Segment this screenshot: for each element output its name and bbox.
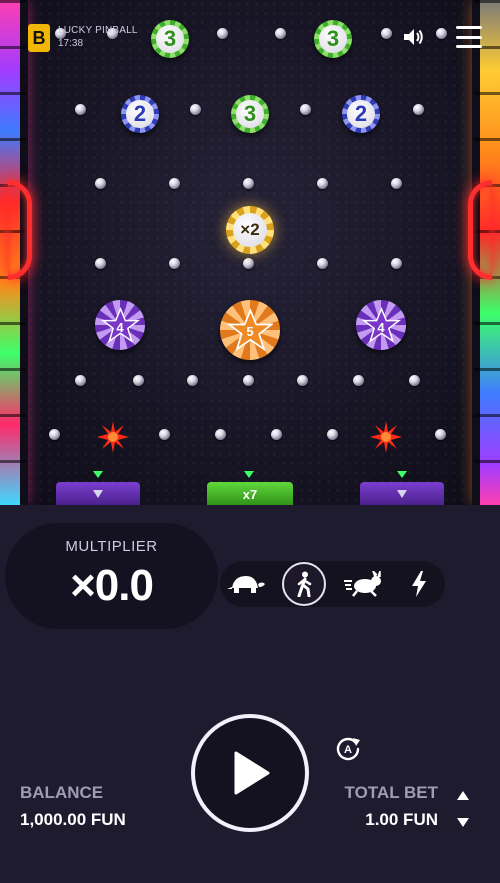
arrow-down-icon: [457, 817, 469, 827]
peg: [327, 429, 338, 440]
chip-value: ×2: [232, 212, 268, 248]
total-bet-value: 1.00 FUN: [365, 810, 438, 829]
slot-indicator-icon: [93, 471, 103, 478]
bumper-chip: 2: [121, 95, 159, 133]
peg: [133, 375, 144, 386]
speed-turbo-button[interactable]: [396, 564, 442, 604]
catch-slot: [56, 482, 140, 505]
catch-slot: [360, 482, 444, 505]
peg: [243, 258, 254, 269]
bet-increase-button[interactable]: [455, 788, 471, 802]
peg: [243, 178, 254, 189]
speed-rabbit-button[interactable]: [340, 564, 386, 604]
peg: [95, 258, 106, 269]
peg: [317, 178, 328, 189]
bumper-chip: 2: [342, 95, 380, 133]
peg: [187, 375, 198, 386]
bumper-chip: 3: [314, 20, 352, 58]
peg: [413, 104, 424, 115]
peg: [271, 429, 282, 440]
bumper-chip: 3: [231, 95, 269, 133]
peg: [391, 178, 402, 189]
speed-walk-button[interactable]: [282, 562, 326, 606]
peg: [391, 258, 402, 269]
peg: [190, 104, 201, 115]
spark-icon: [370, 421, 402, 453]
right-bumper: [468, 180, 492, 280]
peg: [353, 375, 364, 386]
chip-value: 5: [246, 324, 254, 340]
balance-value: 1,000.00 FUN: [20, 810, 126, 829]
bumper-chip: 3: [151, 20, 189, 58]
peg: [159, 429, 170, 440]
chip-value: 3: [319, 25, 347, 53]
svg-text:A: A: [344, 744, 352, 756]
chip-value: 2: [347, 100, 375, 128]
peg: [436, 28, 447, 39]
peg: [317, 258, 328, 269]
left-bumper: [8, 180, 32, 280]
walk-icon: [297, 571, 312, 597]
peg: [297, 375, 308, 386]
turtle-icon: [227, 576, 265, 593]
peg: [95, 178, 106, 189]
game-title: LUCKY PINBALL: [58, 25, 138, 36]
peg: [300, 104, 311, 115]
slot-indicator-icon: [397, 471, 407, 478]
peg: [169, 258, 180, 269]
spark-icon: [97, 421, 129, 453]
sound-icon[interactable]: [402, 27, 424, 47]
peg: [275, 28, 286, 39]
autoplay-icon[interactable]: A: [335, 735, 361, 761]
speed-turtle-button[interactable]: [222, 564, 268, 604]
chip-value: 2: [126, 100, 154, 128]
chip-value: 4: [116, 319, 124, 335]
peg: [381, 28, 392, 39]
clock: 17:38: [58, 38, 84, 49]
balance-label: BALANCE: [20, 783, 104, 802]
multiplier-chip: ×2: [226, 206, 274, 254]
lightning-icon: [412, 571, 426, 597]
bet-decrease-button[interactable]: [455, 815, 471, 829]
star-chip: 5: [220, 300, 280, 360]
multiplier-value: ×0.0: [70, 561, 154, 610]
speed-selector: [220, 561, 445, 607]
peg: [49, 429, 60, 440]
catch-slot: x7: [207, 482, 293, 505]
chip-value: 3: [236, 100, 264, 128]
peg: [75, 104, 86, 115]
slot-multiplier: x7: [242, 486, 258, 502]
peg: [409, 375, 420, 386]
peg: [75, 375, 86, 386]
peg: [217, 28, 228, 39]
brand-logo: B: [28, 24, 50, 52]
total-bet-label: TOTAL BET: [344, 783, 439, 802]
rabbit-icon: [344, 571, 381, 597]
arrow-up-icon: [457, 790, 469, 800]
star-chip: 4: [356, 300, 406, 350]
play-icon: [234, 751, 270, 795]
chip-value: 4: [377, 319, 385, 335]
down-arrow-icon: [397, 490, 407, 498]
multiplier-label: MULTIPLIER: [65, 538, 158, 555]
control-panel: MULTIPLIER ×0.0 A BALANCE 1,000.00 FUN T…: [0, 505, 500, 883]
star-chip: 4: [95, 300, 145, 350]
peg: [243, 375, 254, 386]
chip-value: 3: [156, 25, 184, 53]
pinball-board: 3 3 2 3 2 ×2 4 5 4 x7 B LUCKY PINBALL 17…: [0, 0, 500, 505]
menu-button[interactable]: [454, 26, 482, 48]
play-button[interactable]: [191, 714, 309, 832]
peg: [435, 429, 446, 440]
multiplier-panel: MULTIPLIER ×0.0: [5, 523, 218, 629]
slot-indicator-icon: [244, 471, 254, 478]
peg: [169, 178, 180, 189]
peg: [215, 429, 226, 440]
down-arrow-icon: [93, 490, 103, 498]
